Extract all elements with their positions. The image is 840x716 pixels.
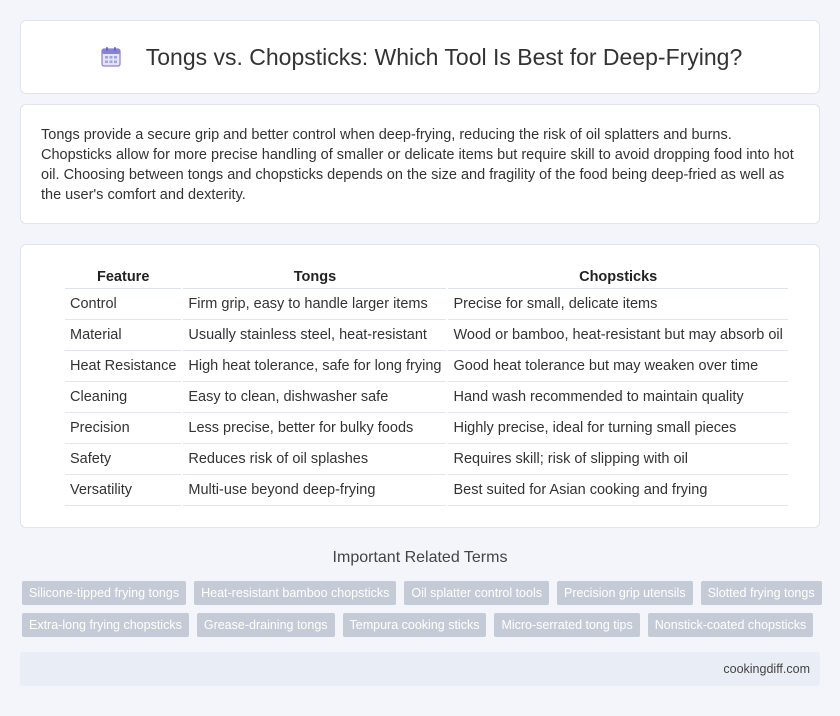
cell-tongs: Firm grip, easy to handle larger items xyxy=(183,289,447,320)
cell-chopsticks: Precise for small, delicate items xyxy=(448,289,788,320)
tag[interactable]: Slotted frying tongs xyxy=(700,581,822,605)
cell-chopsticks: Requires skill; risk of slipping with oi… xyxy=(448,444,788,475)
footer-site[interactable]: cookingdiff.com xyxy=(723,662,810,676)
cell-chopsticks: Wood or bamboo, heat-resistant but may a… xyxy=(448,320,788,351)
cell-tongs: Multi-use beyond deep-frying xyxy=(183,475,447,506)
table-row: Cleaning Easy to clean, dishwasher safe Ha… xyxy=(65,382,788,413)
cell-chopsticks: Best suited for Asian cooking and frying xyxy=(448,475,788,506)
header-tongs: Tongs xyxy=(183,265,447,289)
cell-feature: Material xyxy=(65,320,182,351)
table-header-row: Feature Tongs Chopsticks xyxy=(65,265,788,289)
table-row: Safety Reduces risk of oil splashes Requir… xyxy=(65,444,788,475)
tag[interactable]: Precision grip utensils xyxy=(556,581,693,605)
cell-feature: Precision xyxy=(65,413,182,444)
intro-paragraph: Tongs provide a secure grip and better c… xyxy=(41,127,794,203)
cell-tongs: Easy to clean, dishwasher safe xyxy=(183,382,447,413)
header-chopsticks: Chopsticks xyxy=(448,265,788,289)
tag[interactable]: Heat-resistant bamboo chopsticks xyxy=(194,581,397,605)
cell-feature: Versatility xyxy=(65,475,182,506)
tag[interactable]: Tempura cooking sticks xyxy=(342,613,487,637)
table-row: Precision Less precise, better for bulky … xyxy=(65,413,788,444)
table-body: Control Firm grip, easy to handle larger … xyxy=(65,289,788,506)
table-row: Heat Resistance High heat tolerance, safe… xyxy=(65,351,788,382)
cell-tongs: Less precise, better for bulky foods xyxy=(183,413,447,444)
page-title: Tongs vs. Chopsticks: Which Tool Is Best… xyxy=(145,43,743,70)
footer: cookingdiff.com xyxy=(20,652,820,686)
calendar-icon xyxy=(98,44,124,70)
cell-feature: Cleaning xyxy=(65,382,182,413)
cell-tongs: Reduces risk of oil splashes xyxy=(183,444,447,475)
cell-chopsticks: Good heat tolerance but may weaken over … xyxy=(448,351,788,382)
cell-tongs: High heat tolerance, safe for long fryin… xyxy=(183,351,447,382)
cell-feature: Control xyxy=(65,289,182,320)
comparison-table: Feature Tongs Chopsticks Control Firm gri… xyxy=(63,265,790,506)
tag-row: Silicone-tipped frying tongs Heat-resist… xyxy=(22,581,822,605)
tag[interactable]: Micro-serrated tong tips xyxy=(494,613,640,637)
cell-tongs: Usually stainless steel, heat-resistant xyxy=(183,320,447,351)
table-row: Control Firm grip, easy to handle larger … xyxy=(65,289,788,320)
comparison-card: Feature Tongs Chopsticks Control Firm gri… xyxy=(20,244,820,528)
tag[interactable]: Grease-draining tongs xyxy=(196,613,335,637)
tag[interactable]: Silicone-tipped frying tongs xyxy=(22,581,187,605)
intro-card: Tongs provide a secure grip and better c… xyxy=(20,104,820,224)
title-card: Tongs vs. Chopsticks: Which Tool Is Best… xyxy=(20,20,820,94)
table-row: Material Usually stainless steel, heat-re… xyxy=(65,320,788,351)
related-terms-title: Important Related Terms xyxy=(332,549,508,566)
tag[interactable]: Nonstick-coated chopsticks xyxy=(647,613,814,637)
cell-feature: Safety xyxy=(65,444,182,475)
cell-chopsticks: Highly precise, ideal for turning small … xyxy=(448,413,788,444)
related-terms: Silicone-tipped frying tongs Heat-resist… xyxy=(22,581,822,645)
header-feature: Feature xyxy=(65,265,182,289)
cell-feature: Heat Resistance xyxy=(65,351,182,382)
table-row: Versatility Multi-use beyond deep-frying B… xyxy=(65,475,788,506)
tag-row: Extra-long frying chopsticks Grease-drai… xyxy=(22,613,822,637)
tag[interactable]: Extra-long frying chopsticks xyxy=(22,613,189,637)
tag[interactable]: Oil splatter control tools xyxy=(404,581,549,605)
cell-chopsticks: Hand wash recommended to maintain qualit… xyxy=(448,382,788,413)
